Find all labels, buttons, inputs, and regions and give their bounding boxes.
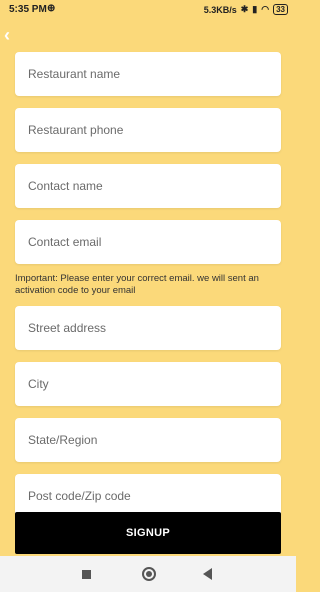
back-icon[interactable] [203,568,212,580]
notification-icon: ⊕ [47,3,56,14]
restaurant-name-input[interactable] [28,52,268,96]
restaurant-name-field[interactable] [15,52,281,96]
email-note: Important: Please enter your correct ema… [15,273,259,296]
battery-icon: 33 [273,4,288,15]
home-icon[interactable] [142,567,156,581]
status-time: 5:35 PM [9,4,47,15]
restaurant-phone-field[interactable] [15,108,281,152]
state-region-field[interactable] [15,418,281,462]
back-arrow-icon[interactable]: ‹ [4,26,20,44]
recent-apps-icon[interactable] [82,570,91,579]
contact-name-input[interactable] [28,164,268,208]
network-speed: 5.3KB/s [203,4,237,15]
city-input[interactable] [28,362,268,406]
state-region-input[interactable] [28,418,268,462]
contact-email-field[interactable] [15,220,281,264]
signal-icon: ▮ [252,4,258,14]
city-field[interactable] [15,362,281,406]
status-bar: 5:35 PM ⊕ 5.3KB/s ✱ ▮ ◠ 33 [0,0,296,20]
wifi-icon: ◠ [261,4,270,14]
contact-name-field[interactable] [15,164,281,208]
street-address-field[interactable] [15,306,281,350]
status-right: 5.3KB/s ✱ ▮ ◠ 33 [204,4,288,15]
bluetooth-icon: ✱ [240,4,249,14]
street-address-input[interactable] [28,306,268,350]
system-nav-bar [0,556,296,592]
signup-button[interactable]: SIGNUP [15,512,281,554]
contact-email-input[interactable] [28,220,268,264]
restaurant-phone-input[interactable] [28,108,268,152]
